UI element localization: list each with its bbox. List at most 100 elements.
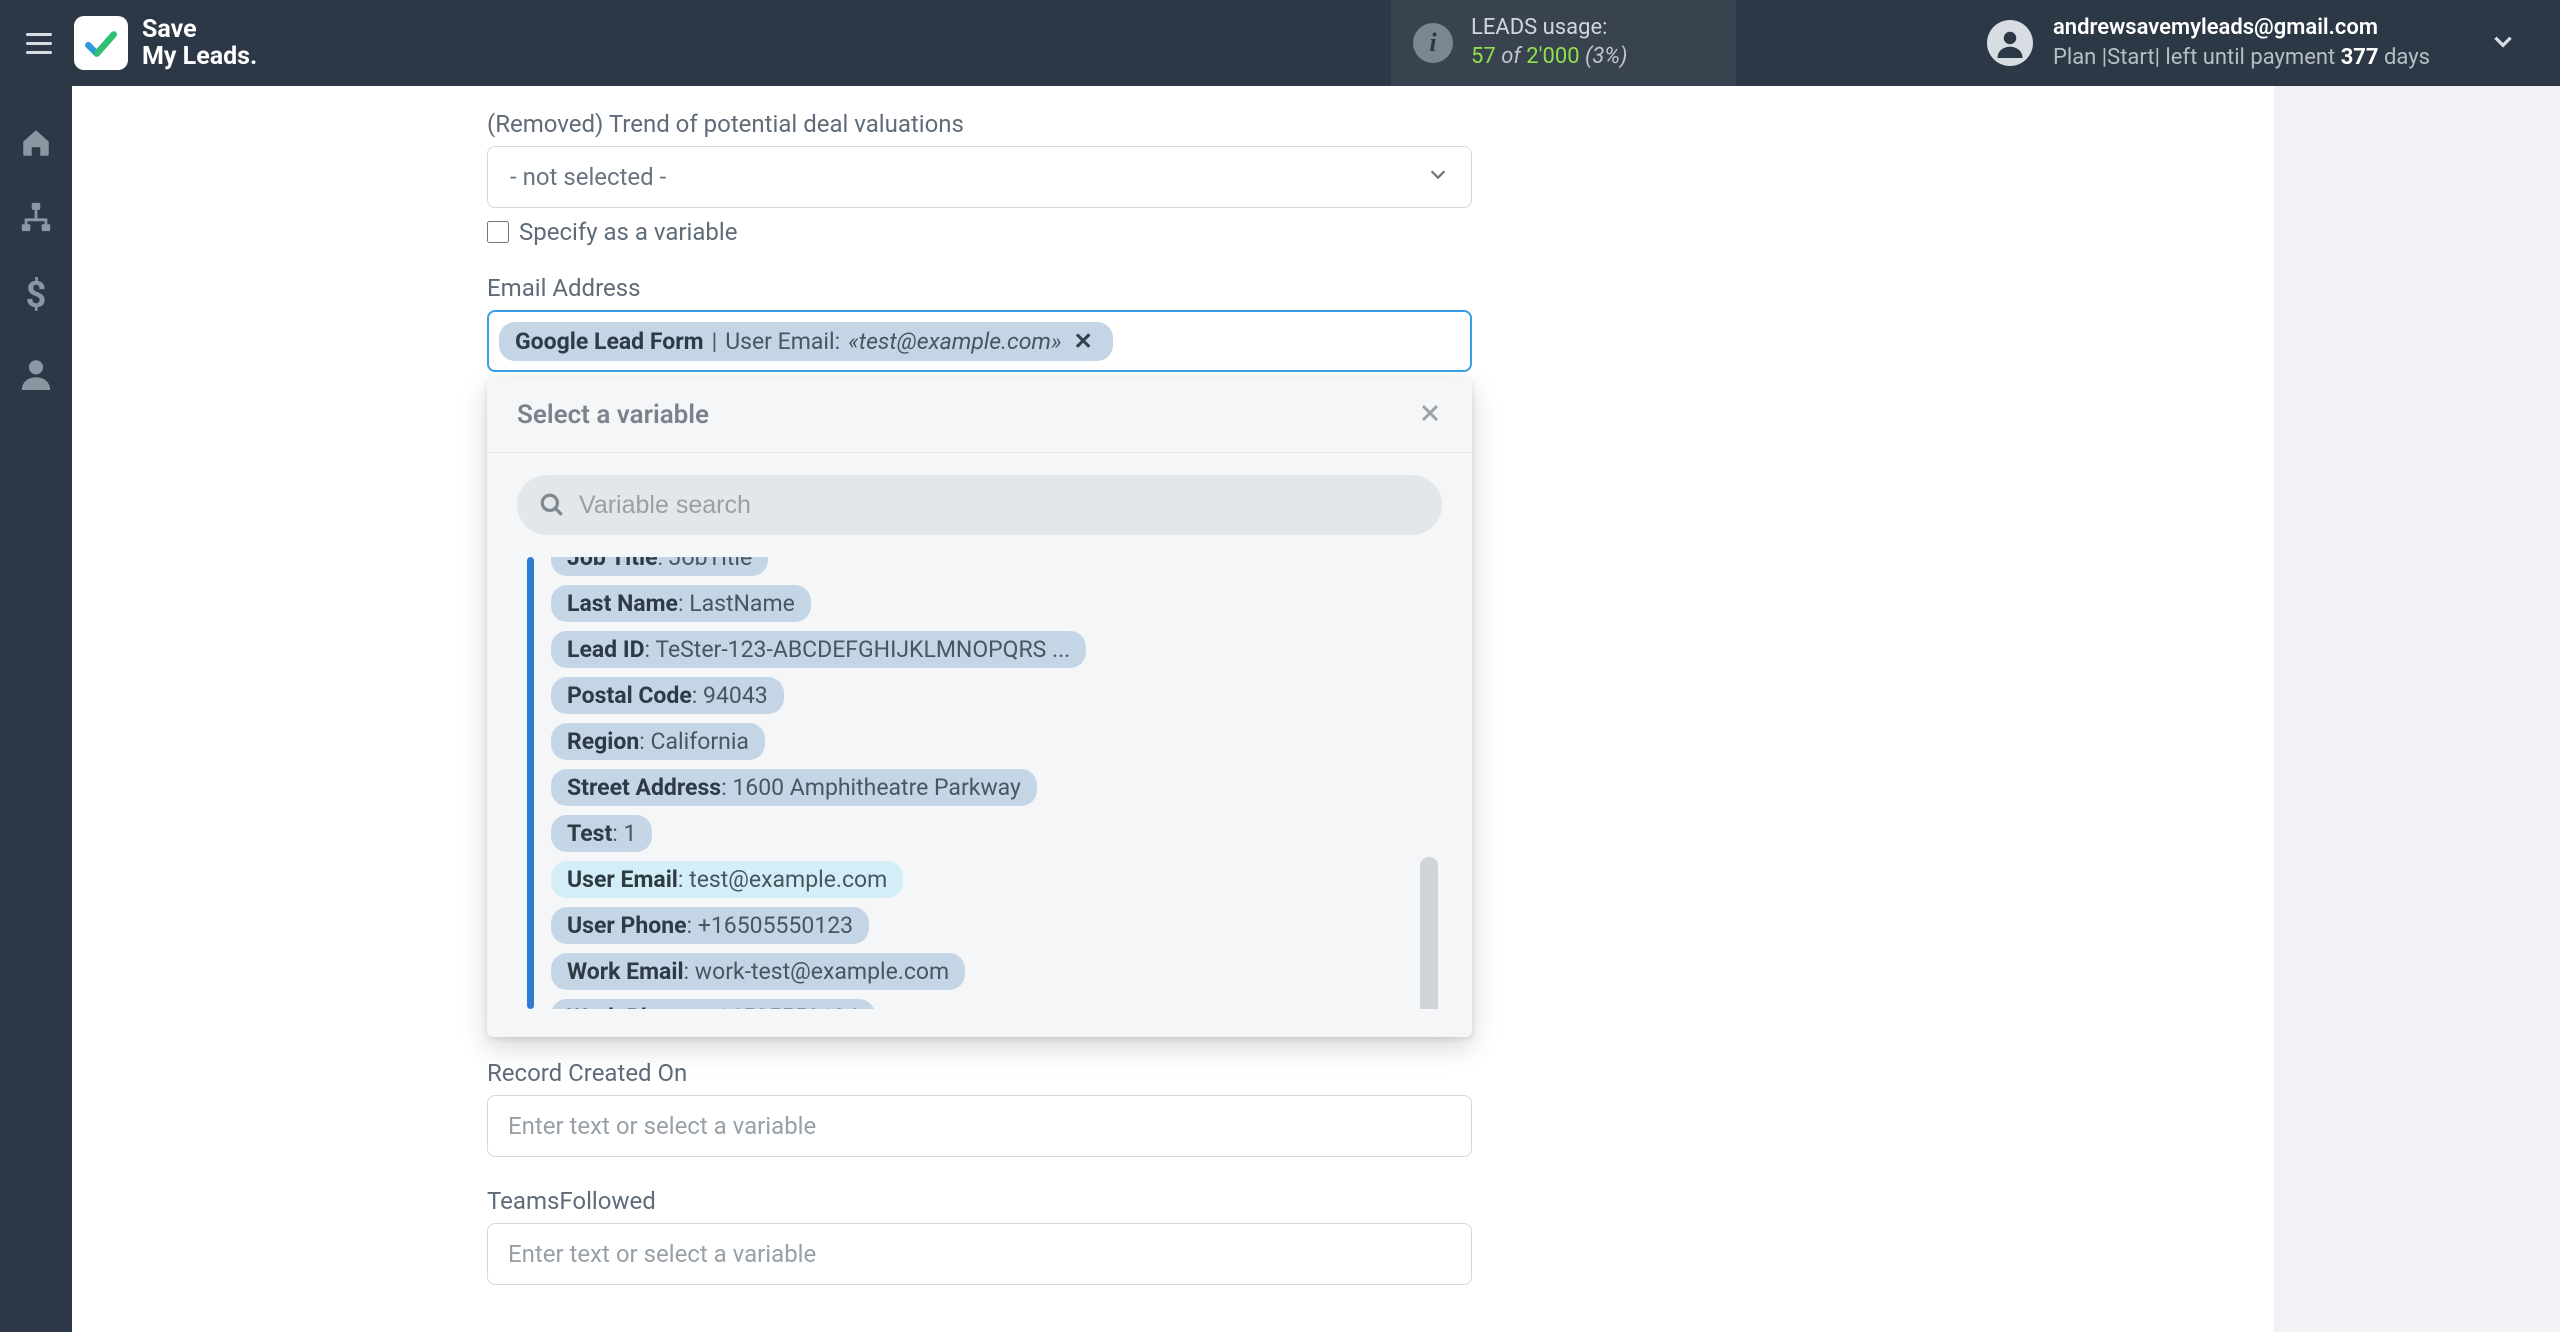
user-plan: Plan |Start| left until payment 377 days	[2053, 43, 2430, 73]
variable-picker: Select a variable Job Title: JobTitle Las…	[487, 378, 1472, 1037]
variable-option-value: : TeSter-123-ABCDEFGHIJKLMNOPQRS ...	[645, 636, 1071, 663]
usage-panel: i LEADS usage: 57 of 2'000 (3%)	[1391, 0, 1736, 86]
brand-name: Save My Leads	[142, 16, 257, 71]
variable-option[interactable]: Work Email: work-test@example.com	[551, 953, 965, 990]
variable-option[interactable]: User Email: test@example.com	[551, 861, 903, 898]
user-email: andrewsavemyleads@gmail.com	[2053, 13, 2430, 43]
variable-option-key: Region	[567, 728, 639, 755]
user-icon	[1995, 28, 2025, 58]
variable-option[interactable]: Street Address: 1600 Amphitheatre Parkwa…	[551, 769, 1037, 806]
app-header: Save My Leads i LEADS usage: 57 of 2'000…	[0, 0, 2560, 86]
usage-text: LEADS usage: 57 of 2'000 (3%)	[1471, 14, 1627, 71]
variable-option[interactable]: Postal Code: 94043	[551, 677, 784, 714]
sitemap-icon[interactable]	[19, 200, 53, 234]
variable-option-key: Job Title	[567, 557, 658, 571]
variable-option-key: Work Email	[567, 958, 684, 985]
variable-group-bar	[527, 557, 534, 1009]
variable-option[interactable]: Work Phone: +16505550124	[551, 999, 875, 1009]
record-created-placeholder: Enter text or select a variable	[508, 1112, 816, 1140]
token-field: User Email:	[725, 328, 840, 355]
specify-variable-checkbox[interactable]	[487, 221, 509, 243]
plan-suffix: days	[2379, 45, 2430, 70]
field-label-email: Email Address	[487, 274, 1472, 302]
variable-option[interactable]: Last Name: LastName	[551, 585, 811, 622]
content-panel: (Removed) Trend of potential deal valuat…	[72, 86, 2274, 1332]
specify-variable-label: Specify as a variable	[519, 218, 737, 246]
email-variable-token[interactable]: Google Lead Form | User Email: «test@exa…	[499, 322, 1113, 361]
variable-list-wrap: Job Title: JobTitle Last Name: LastName Le…	[527, 557, 1442, 1009]
user-menu[interactable]: andrewsavemyleads@gmail.com Plan |Start|…	[1987, 0, 2516, 86]
profile-icon[interactable]	[19, 356, 53, 390]
token-source: Google Lead Form	[515, 328, 704, 355]
info-icon: i	[1413, 23, 1453, 63]
variable-option[interactable]: Job Title: JobTitle	[551, 557, 768, 576]
variable-option-key: Street Address	[567, 774, 721, 801]
teams-followed-input[interactable]: Enter text or select a variable	[487, 1223, 1472, 1285]
variable-option-key: User Phone	[567, 912, 687, 939]
user-menu-toggle[interactable]	[2490, 28, 2516, 58]
menu-toggle[interactable]	[18, 22, 60, 64]
variable-list: Job Title: JobTitle Last Name: LastName Le…	[551, 557, 1442, 1009]
token-value: «test@example.com»	[848, 328, 1061, 355]
variable-option-key: Postal Code	[567, 682, 692, 709]
form-column: (Removed) Trend of potential deal valuat…	[487, 86, 1472, 1285]
usage-label: LEADS usage:	[1471, 14, 1627, 43]
variable-option-value: : 1	[612, 820, 636, 847]
checkmark-icon	[84, 26, 118, 60]
billing-icon[interactable]: $	[26, 274, 47, 316]
close-icon	[1418, 401, 1442, 425]
token-sep: |	[712, 328, 718, 355]
email-address-field[interactable]: Google Lead Form | User Email: «test@exa…	[487, 310, 1472, 372]
variable-option-value: : 1600 Amphitheatre Parkway	[721, 774, 1021, 801]
variable-option[interactable]: Test: 1	[551, 815, 652, 852]
removed-trend-value: - not selected -	[510, 163, 666, 191]
variable-option-value: : 94043	[692, 682, 768, 709]
variable-option-key: Work Phone	[567, 1004, 692, 1009]
variable-option[interactable]: User Phone: +16505550123	[551, 907, 869, 944]
scrollbar-thumb[interactable]	[1420, 857, 1438, 1009]
variable-option-key: Lead ID	[567, 636, 645, 663]
field-label-record-created: Record Created On	[487, 1059, 1472, 1087]
usage-values: 57 of 2'000 (3%)	[1471, 43, 1627, 72]
user-text: andrewsavemyleads@gmail.com Plan |Start|…	[2053, 13, 2430, 72]
app-logo	[74, 16, 128, 70]
variable-picker-header: Select a variable	[487, 378, 1472, 453]
variable-option-key: User Email	[567, 866, 678, 893]
variable-option-value: : California	[639, 728, 749, 755]
specify-variable-row[interactable]: Specify as a variable	[487, 218, 1472, 246]
variable-option-value: : +16505550123	[687, 912, 854, 939]
usage-total: 2'000	[1526, 44, 1579, 69]
variable-search-input[interactable]	[579, 491, 1420, 520]
field-label-removed-trend: (Removed) Trend of potential deal valuat…	[487, 110, 1472, 138]
removed-trend-select[interactable]: - not selected -	[487, 146, 1472, 208]
chevron-down-icon	[2490, 28, 2516, 54]
usage-used: 57	[1471, 44, 1496, 69]
token-remove[interactable]: ✕	[1070, 328, 1097, 355]
variable-picker-title: Select a variable	[517, 400, 709, 430]
brand-line2: My Leads	[142, 43, 257, 71]
variable-option-value: : work-test@example.com	[684, 958, 950, 985]
variable-option-value: : LastName	[678, 590, 795, 617]
usage-of: of	[1501, 44, 1521, 69]
variable-search[interactable]	[517, 475, 1442, 535]
brand-line1: Save	[142, 16, 257, 44]
left-sidebar: $	[0, 86, 72, 1332]
variable-option-key: Last Name	[567, 590, 678, 617]
record-created-input[interactable]: Enter text or select a variable	[487, 1095, 1472, 1157]
variable-option-value: : test@example.com	[678, 866, 887, 893]
variable-option[interactable]: Region: California	[551, 723, 765, 760]
plan-days: 377	[2341, 45, 2379, 70]
field-label-teams-followed: TeamsFollowed	[487, 1187, 1472, 1215]
avatar	[1987, 20, 2033, 66]
home-icon[interactable]	[19, 126, 53, 160]
variable-option-value: : +16505550124	[692, 1004, 859, 1009]
variable-picker-close[interactable]	[1418, 401, 1442, 429]
variable-option-key: Test	[567, 820, 612, 847]
chevron-down-icon	[1427, 163, 1449, 191]
plan-prefix: Plan |Start| left until payment	[2053, 45, 2341, 70]
variable-option-value: : JobTitle	[658, 557, 753, 571]
usage-pct: (3%)	[1585, 44, 1627, 69]
variable-option[interactable]: Lead ID: TeSter-123-ABCDEFGHIJKLMNOPQRS …	[551, 631, 1086, 668]
search-icon	[539, 492, 565, 518]
teams-followed-placeholder: Enter text or select a variable	[508, 1240, 816, 1268]
